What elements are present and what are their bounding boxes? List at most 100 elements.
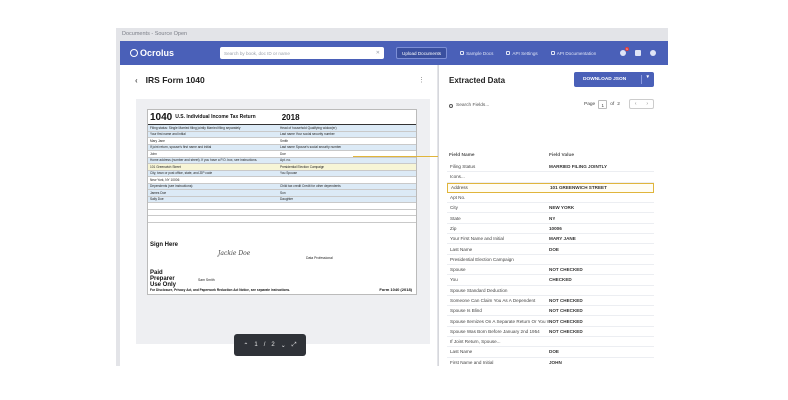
chevron-down-icon[interactable]: ▾: [646, 74, 649, 80]
field-value: JOHN: [549, 359, 562, 365]
chevron-left-icon[interactable]: ‹: [635, 101, 637, 107]
form-year: 2018: [281, 112, 300, 122]
logo[interactable]: Ocrolus: [130, 48, 220, 58]
field-name: Zip: [450, 225, 457, 231]
field-name: You: [450, 277, 458, 283]
page-buttons: ‹ ›: [629, 99, 654, 109]
settings-icon: [506, 51, 511, 55]
field-name: Spouse Standard Deduction: [450, 287, 508, 293]
table-row[interactable]: Icons...: [447, 172, 654, 183]
page-number-input[interactable]: 1: [598, 100, 608, 109]
table-row[interactable]: First Name and Initial JOHN: [447, 358, 654, 366]
back-arrow-icon[interactable]: ‹: [135, 76, 138, 85]
table-row[interactable]: Spouse Itemizes On A Separate Return Or …: [447, 316, 654, 327]
upload-documents-button[interactable]: Upload Documents: [396, 47, 448, 59]
nav-api-documentation[interactable]: API Documentation: [550, 51, 596, 56]
field-value: NOT CHECKED: [549, 308, 583, 314]
table-row[interactable]: You CHECKED: [447, 275, 654, 286]
table-row[interactable]: If Joint Return, Spouse...: [447, 337, 654, 348]
col-field-value: Field Value: [549, 153, 575, 158]
total-pages: 2: [271, 342, 275, 348]
field-name: If Joint Return, Spouse...: [450, 339, 501, 345]
field-name: Spouse Was Born Before January 2nd 1954: [450, 328, 540, 334]
field-value: NY: [549, 215, 556, 221]
preparer-name: Sam Smith: [198, 278, 215, 282]
form-header: 1040 U.S. Individual Income Tax Return 2…: [148, 110, 416, 125]
field-name: Icons...: [450, 174, 465, 180]
field-name: City: [450, 205, 458, 211]
form-footer-right: Form 1040 (2018): [379, 287, 412, 292]
table-row[interactable]: Last Name DOE: [447, 244, 654, 255]
table-row[interactable]: Spouse NOT CHECKED: [447, 265, 654, 276]
document-title: ‹ IRS Form 1040: [135, 75, 205, 85]
field-value: MARY JANE: [549, 236, 576, 242]
field-name: Filing Status: [450, 164, 476, 170]
more-options-icon[interactable]: ⋮: [418, 76, 425, 84]
top-navbar: Ocrolus Search by book, doc ID or name ✕…: [120, 41, 668, 65]
field-name: Spouse Is Blind: [450, 308, 482, 314]
table-row[interactable]: Address 101 GREENWICH STREET: [447, 182, 654, 193]
user-icon[interactable]: [635, 50, 641, 56]
field-name: First Name and Initial: [450, 359, 494, 365]
form-row: [148, 216, 416, 223]
logo-text: Ocrolus: [140, 48, 175, 58]
book-icon: [550, 51, 555, 55]
page-separator: /: [263, 342, 266, 348]
table-row[interactable]: Presidential Election Campaign: [447, 255, 654, 265]
field-name: Your First Name and Initial: [450, 236, 504, 242]
table-row[interactable]: Your First Name and Initial MARY JANE: [447, 234, 654, 245]
field-value: NOT CHECKED: [549, 298, 583, 303]
field-value: NOT CHECKED: [549, 318, 583, 324]
logo-icon: [130, 49, 138, 57]
table-row[interactable]: Spouse Is Blind NOT CHECKED: [447, 306, 654, 317]
chevron-right-icon[interactable]: ›: [646, 101, 648, 107]
nav-sample-docs[interactable]: Sample Docs: [460, 51, 493, 56]
table-row[interactable]: Someone Can Claim You As A Dependent NOT …: [447, 296, 654, 307]
help-icon[interactable]: [650, 50, 656, 56]
field-value: NEW YORK: [549, 205, 575, 211]
form-number: 1040: [150, 111, 173, 123]
table-row[interactable]: Spouse Standard Deduction: [447, 286, 654, 296]
prev-page-icon[interactable]: ⌃: [243, 342, 248, 349]
button-divider: [640, 75, 641, 84]
form-footer: For Disclosure, Privacy Act, and Paperwo…: [150, 288, 291, 292]
field-value: DOE: [549, 246, 559, 252]
extracted-data-panel: Extracted Data DOWNLOAD JSON ▾ Search Fi…: [438, 65, 668, 366]
bell-icon[interactable]: 1: [620, 47, 629, 56]
clear-search-icon[interactable]: ✕: [376, 50, 380, 56]
document-viewer: ‹ IRS Form 1040 ⋮ 1040 U.S. Individual I…: [120, 65, 437, 366]
notification-badge: 1: [625, 47, 629, 51]
search-fields-input[interactable]: Search Fields...: [449, 103, 489, 108]
field-name: Last Name: [450, 246, 473, 252]
field-name: Someone Can Claim You As A Dependent: [450, 298, 536, 303]
table-row[interactable]: State NY: [447, 213, 654, 224]
field-value: NOT CHECKED: [549, 267, 583, 273]
field-name: State: [450, 215, 461, 221]
table-row[interactable]: Spouse Was Born Before January 2nd 1954 N…: [447, 327, 654, 338]
field-value: 10006: [549, 225, 562, 231]
field-value: NOT CHECKED: [549, 328, 583, 334]
table-row[interactable]: Last Name DOE: [447, 347, 654, 358]
field-name: Address: [451, 185, 468, 191]
current-page: 1: [254, 342, 258, 348]
expand-icon[interactable]: ⤢: [292, 342, 297, 349]
field-name: Presidential Election Campaign: [450, 256, 514, 262]
breadcrumb[interactable]: Documents - Source Open: [122, 31, 187, 37]
next-page-icon[interactable]: ⌄: [281, 342, 286, 349]
navbar-icons: 1: [620, 47, 656, 56]
table-row[interactable]: City NEW YORK: [447, 203, 654, 214]
table-row[interactable]: Apt No.: [447, 193, 654, 204]
col-field-name: Field Name: [449, 153, 475, 158]
signature: Jackie Doe: [218, 250, 251, 257]
table-row[interactable]: Filing Status MARRIED FILING JOINTLY: [447, 162, 654, 173]
table-row[interactable]: Zip 10006: [447, 224, 654, 235]
app-window: Documents - Source Open Ocrolus Search b…: [116, 28, 668, 366]
sign-here-label: Sign Here: [150, 242, 179, 248]
download-json-button[interactable]: DOWNLOAD JSON ▾: [574, 72, 654, 87]
field-value: MARRIED FILING JOINTLY: [549, 164, 608, 170]
field-name: Last Name: [450, 349, 473, 355]
nav-api-settings[interactable]: API Settings: [506, 51, 538, 56]
form-title: U.S. Individual Income Tax Return: [175, 114, 256, 120]
search-input[interactable]: Search by book, doc ID or name ✕: [220, 47, 384, 59]
field-name: Spouse Itemizes On A Separate Return Or …: [450, 318, 549, 324]
